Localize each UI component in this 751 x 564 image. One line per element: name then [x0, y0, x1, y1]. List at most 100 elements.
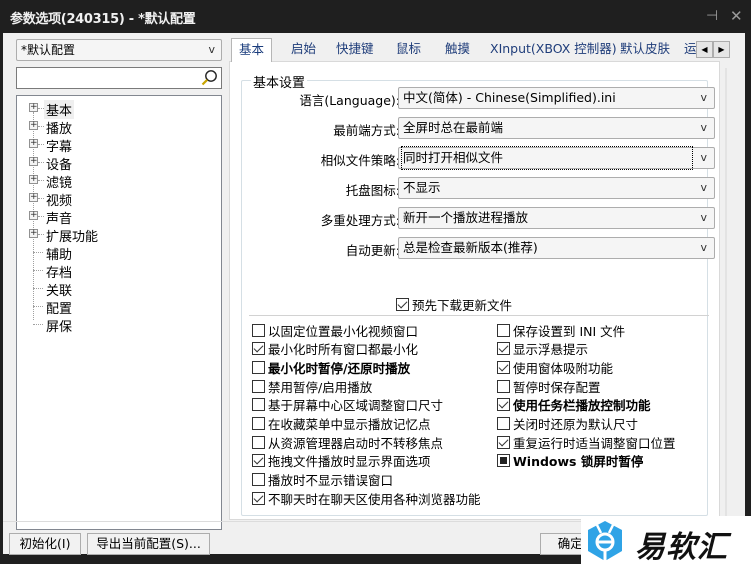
setting-select[interactable]: 中文(简体) - Chinese(Simplified).ini v — [398, 87, 715, 109]
tree-item[interactable]: + 声音 — [17, 207, 217, 227]
reset-button[interactable]: 初始化(I) — [9, 533, 81, 555]
checkbox-box — [497, 398, 510, 412]
setting-label: 自动更新: — [345, 243, 400, 258]
export-config-button[interactable]: 导出当前配置(S)... — [87, 533, 210, 555]
search-icon[interactable] — [200, 69, 218, 87]
option-label: 暂停时保存配置 — [513, 379, 601, 395]
option-label: 使用任务栏播放控制功能 — [513, 398, 651, 414]
tab-5[interactable]: XInput(XBOX 控制器) — [490, 40, 617, 60]
setting-value: 中文(简体) - Chinese(Simplified).ini — [403, 90, 616, 105]
tab-3[interactable]: 鼠标 — [396, 40, 421, 60]
checkbox-box — [497, 454, 510, 468]
watermark-logo-icon — [588, 521, 622, 561]
option-checkbox[interactable]: 基于屏幕中心区域调整窗口尺寸 — [252, 396, 443, 414]
option-checkbox[interactable]: 播放时不显示错误窗口 — [252, 471, 393, 489]
tree-item[interactable]: 关联 — [17, 279, 217, 299]
checkbox-box — [497, 417, 510, 430]
expand-icon[interactable]: + — [29, 175, 38, 184]
option-label: 禁用暂停/启用播放 — [268, 379, 373, 395]
option-checkbox[interactable]: 最小化时所有窗口都最小化 — [252, 340, 418, 358]
tree-item[interactable]: 辅助 — [17, 243, 217, 263]
option-checkbox[interactable]: 从资源管理器启动时不转移焦点 — [252, 433, 443, 451]
expand-icon[interactable]: + — [29, 121, 38, 130]
tree-item[interactable]: 屏保 — [17, 315, 217, 335]
checkbox-box — [252, 323, 265, 337]
checkbox-box — [252, 417, 265, 430]
option-checkbox[interactable]: 禁用暂停/启用播放 — [252, 377, 372, 395]
setting-select[interactable]: 不显示 v — [398, 177, 715, 199]
expand-icon[interactable]: + — [29, 211, 38, 220]
option-label: 从资源管理器启动时不转移焦点 — [268, 435, 444, 451]
setting-value: 全屏时总在最前端 — [403, 120, 504, 135]
checkbox-box — [252, 342, 265, 356]
option-checkbox[interactable]: 保存设置到 INI 文件 — [497, 321, 625, 339]
tab-7[interactable]: 运 — [684, 40, 697, 60]
tab-2[interactable]: 快捷键 — [336, 40, 374, 60]
setting-label: 多重处理方式: — [320, 213, 400, 228]
tab-scroll-buttons: ◀ ▶ — [696, 41, 730, 58]
option-label: 显示浮悬提示 — [513, 342, 589, 358]
option-checkbox[interactable]: 显示浮悬提示 — [497, 340, 588, 358]
checkbox-box — [497, 360, 510, 374]
setting-select[interactable]: 全屏时总在最前端 v — [398, 117, 715, 139]
tab-4[interactable]: 触摸 — [445, 40, 470, 60]
checkbox-box — [497, 342, 510, 356]
divider — [249, 315, 709, 316]
chevron-down-icon: v — [700, 241, 707, 254]
tree-item[interactable]: + 扩展功能 — [17, 225, 217, 245]
setting-label: 相似文件策略: — [320, 153, 400, 168]
option-label: 拖拽文件播放时显示界面选项 — [268, 454, 431, 470]
tree-connector — [33, 324, 43, 325]
title-bar[interactable]: 参数选项(240315) - *默认配置 ⊣ ✕ — [0, 0, 751, 33]
tab-panel-basic: 基本设置 语言(Language): 中文(简体) - Chinese(Simpl… — [229, 61, 720, 520]
tree-item-label: 屏保 — [46, 320, 73, 335]
checkbox-box — [252, 398, 265, 412]
predownload-checkbox[interactable]: 预先下载更新文件 — [396, 295, 512, 313]
option-checkbox[interactable]: 拖拽文件播放时显示界面选项 — [252, 452, 431, 470]
option-checkbox[interactable]: 使用窗体吸附功能 — [497, 358, 613, 376]
tab-1[interactable]: 启始 — [291, 40, 316, 60]
option-checkbox[interactable]: 在收藏菜单中显示播放记忆点 — [252, 415, 431, 433]
option-checkbox[interactable]: Windows 锁屏时暂停 — [497, 452, 643, 470]
tree-item[interactable]: + 滤镜 — [17, 171, 217, 191]
option-label: 使用窗体吸附功能 — [513, 360, 614, 376]
tree-item[interactable]: + 基本 — [17, 99, 217, 119]
tree-item[interactable]: + 播放 — [17, 117, 217, 137]
option-checkbox[interactable]: 最小化时暂停/还原时播放 — [252, 358, 410, 376]
option-label: 基于屏幕中心区域调整窗口尺寸 — [268, 398, 444, 414]
expand-icon[interactable]: + — [29, 139, 38, 148]
pin-icon[interactable]: ⊣ — [706, 8, 718, 24]
expand-icon[interactable]: + — [29, 103, 38, 112]
tree-item[interactable]: + 字幕 — [17, 135, 217, 155]
setting-row: 相似文件策略: 同时打开相似文件 v — [230, 146, 720, 170]
chevron-down-icon: v — [700, 151, 707, 164]
search-box — [16, 67, 222, 89]
option-checkbox[interactable]: 不聊天时在聊天区使用各种浏览器功能 — [252, 489, 481, 507]
expand-icon[interactable]: + — [29, 229, 38, 238]
setting-value: 同时打开相似文件 — [401, 146, 693, 170]
option-checkbox[interactable]: 暂停时保存配置 — [497, 377, 601, 395]
search-input[interactable] — [17, 68, 197, 88]
expand-icon[interactable]: + — [29, 157, 38, 166]
tree-item[interactable]: + 视频 — [17, 189, 217, 209]
close-icon[interactable]: ✕ — [730, 8, 743, 24]
option-checkbox[interactable]: 重复运行时适当调整窗口位置 — [497, 433, 676, 451]
setting-select[interactable]: 新开一个播放进程播放 v — [398, 207, 715, 229]
option-checkbox[interactable]: 以固定位置最小化视频窗口 — [252, 321, 418, 339]
profile-select[interactable]: *默认配置 v — [16, 39, 222, 61]
option-checkbox[interactable]: 关闭时还原为默认尺寸 — [497, 415, 638, 433]
expand-icon[interactable]: + — [29, 193, 38, 202]
tab-0[interactable]: 基本 — [231, 38, 273, 62]
option-checkbox[interactable]: 使用任务栏播放控制功能 — [497, 396, 651, 414]
setting-select[interactable]: 同时打开相似文件 v — [398, 146, 715, 170]
checkbox-box — [252, 473, 265, 487]
tab-scroll-right-button[interactable]: ▶ — [713, 41, 730, 58]
tree-item[interactable]: 存档 — [17, 261, 217, 281]
tab-scroll-left-button[interactable]: ◀ — [696, 41, 713, 58]
tab-6[interactable]: 默认皮肤 — [620, 40, 670, 60]
setting-value: 不显示 — [403, 180, 441, 195]
option-label: 最小化时所有窗口都最小化 — [268, 342, 419, 358]
setting-select[interactable]: 总是检查最新版本(推荐) v — [398, 237, 715, 259]
tree-item[interactable]: + 设备 — [17, 153, 217, 173]
tree-item[interactable]: 配置 — [17, 297, 217, 317]
